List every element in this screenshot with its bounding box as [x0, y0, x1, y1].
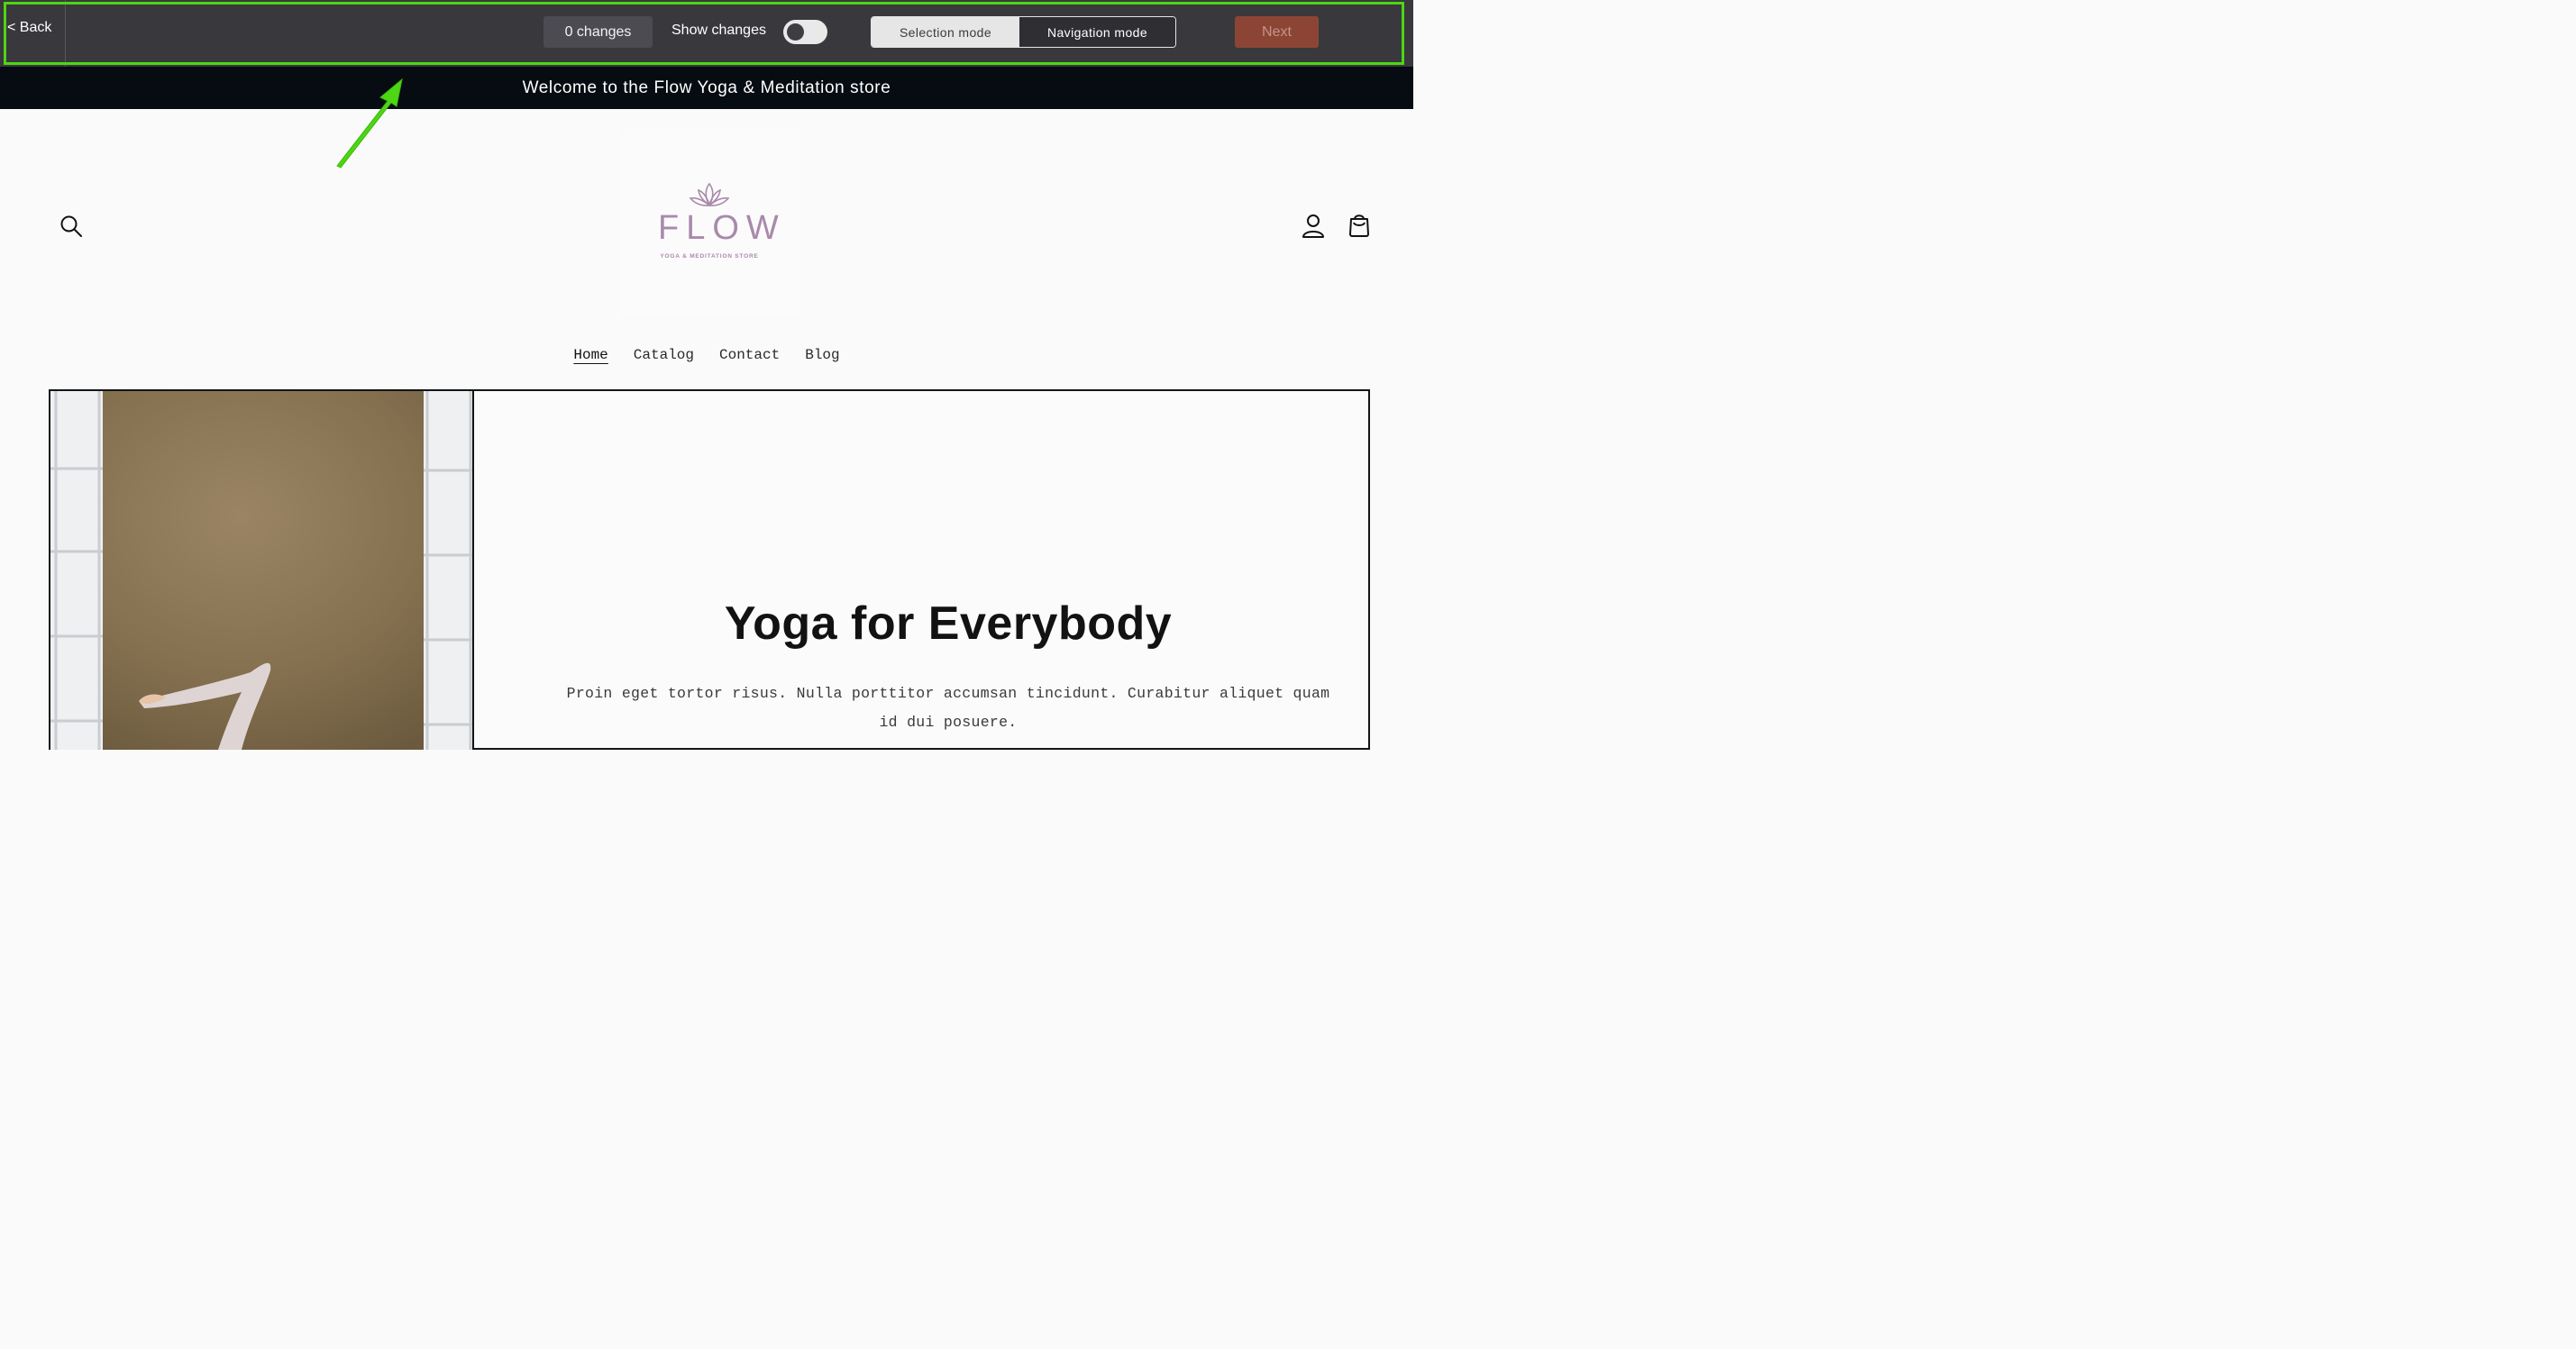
logo-wordmark: FLOW — [658, 209, 786, 247]
editor-toolbar: < Back 0 changes Show changes Selection … — [0, 0, 1413, 68]
selection-mode-button[interactable]: Selection mode — [872, 17, 1019, 47]
hero-image — [50, 391, 474, 750]
announcement-text: Welcome to the Flow Yoga & Meditation st… — [522, 77, 891, 97]
nav-item-contact[interactable]: Contact — [707, 347, 792, 363]
cart-icon[interactable] — [1347, 213, 1372, 238]
account-icon[interactable] — [1302, 214, 1325, 239]
navigation-mode-button[interactable]: Navigation mode — [1019, 17, 1175, 47]
main-nav: Home Catalog Contact Blog — [0, 347, 1413, 363]
changes-count-button[interactable]: 0 changes — [544, 16, 653, 48]
hero-title: Yoga for Everybody — [724, 597, 1173, 650]
next-button[interactable]: Next — [1235, 16, 1319, 48]
yoga-photo — [50, 391, 472, 750]
toolbar-divider — [65, 0, 66, 67]
mode-switch: Selection mode Navigation mode — [871, 16, 1176, 48]
nav-item-blog[interactable]: Blog — [792, 347, 852, 363]
back-button[interactable]: < Back — [7, 20, 51, 36]
logo-tagline: YOGA & MEDITATION STORE — [660, 253, 759, 260]
nav-item-catalog[interactable]: Catalog — [621, 347, 707, 363]
annotation-arrow-icon — [336, 77, 403, 169]
nav-item-home[interactable]: Home — [561, 347, 620, 363]
toggle-knob — [787, 23, 804, 41]
announcement-bar: Welcome to the Flow Yoga & Meditation st… — [0, 67, 1413, 109]
hero-text: Proin eget tortor risus. Nulla porttitor… — [566, 685, 1330, 731]
hero-section: Yoga for Everybody Proin eget tortor ris… — [49, 389, 1370, 750]
show-changes-label: Show changes — [671, 23, 766, 38]
show-changes-toggle[interactable] — [783, 20, 827, 44]
lotus-logo-icon — [689, 182, 730, 206]
search-icon[interactable] — [59, 214, 83, 238]
